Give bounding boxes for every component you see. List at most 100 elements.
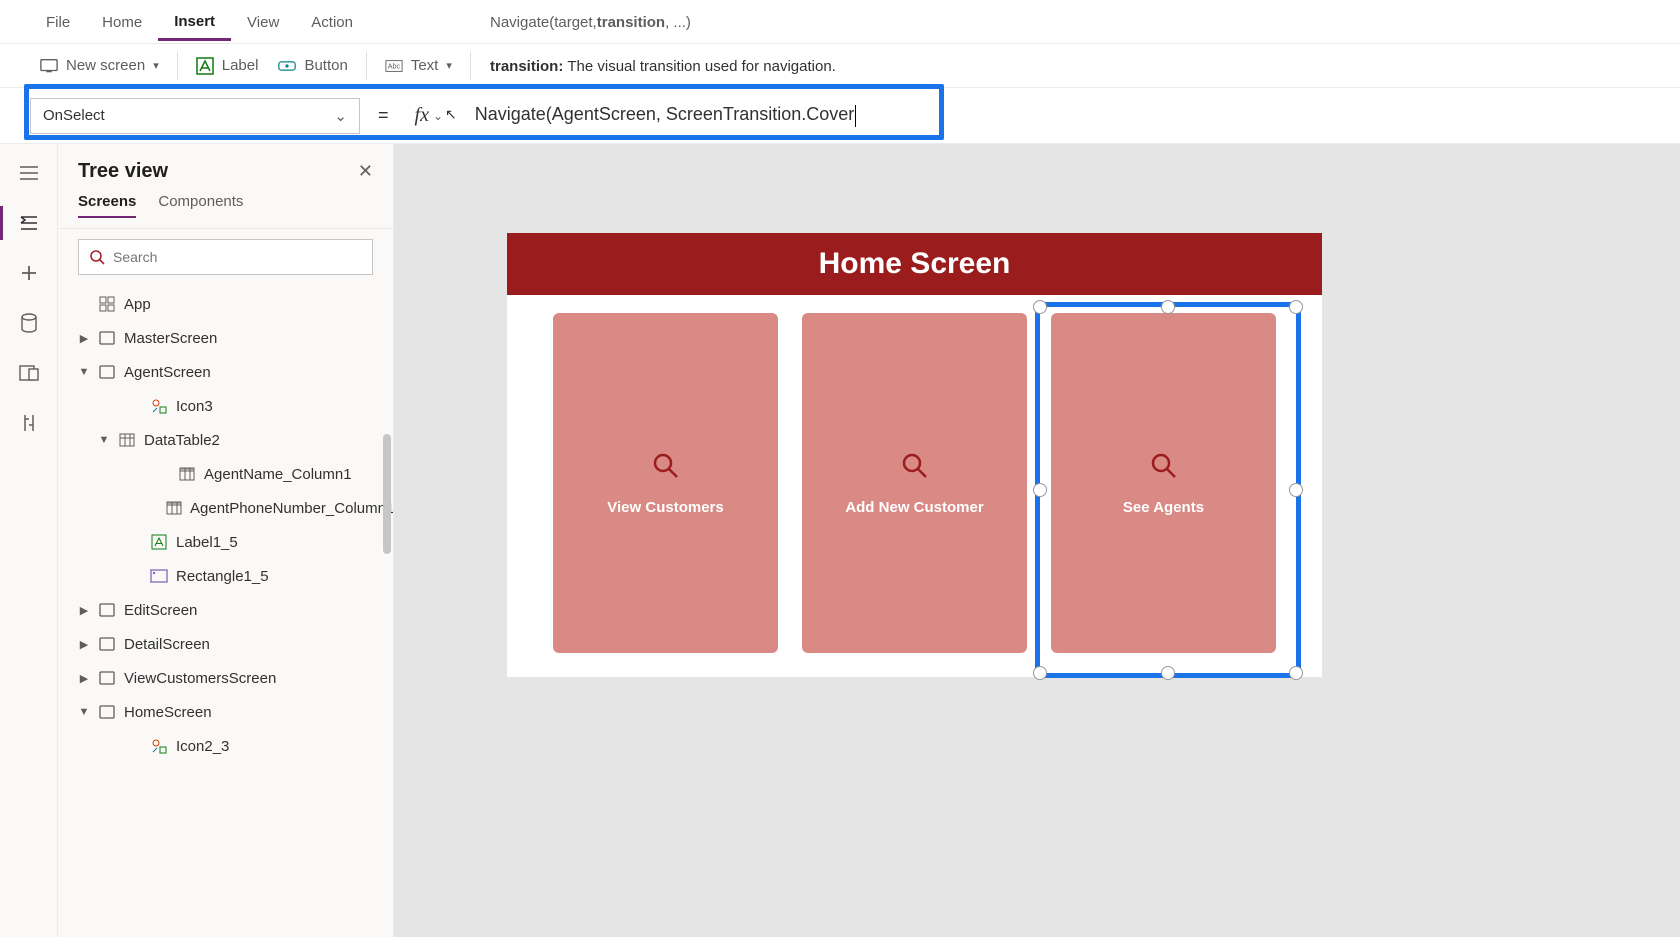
tree-list: App ▶ MasterScreen ▼ AgentScreen Icon3▼DataTa… bbox=[58, 285, 393, 925]
tree-item-label: Icon2_3 bbox=[176, 738, 229, 755]
media-icon[interactable] bbox=[18, 362, 40, 384]
tree-item-label: DetailScreen bbox=[124, 636, 210, 653]
chevron-down-icon: ⌄ bbox=[334, 107, 347, 125]
toolbar: New screen ▾ Label Button Abc Text ▾ tra… bbox=[0, 44, 1680, 88]
tooltip-key: transition: bbox=[490, 58, 563, 75]
canvas[interactable]: Home Screen View Customers Add New Custo… bbox=[394, 144, 1680, 937]
tab-components[interactable]: Components bbox=[158, 193, 243, 218]
tree-item[interactable]: AgentName_Column1 bbox=[58, 457, 393, 491]
tree-item-label: AgentScreen bbox=[124, 364, 211, 381]
separator bbox=[177, 52, 178, 80]
card-label: View Customers bbox=[607, 499, 723, 516]
formula-input[interactable]: Navigate(AgentScreen, ScreenTransition.C… bbox=[465, 98, 1650, 132]
card-view-customers[interactable]: View Customers bbox=[553, 313, 778, 653]
tree-item-label: AgentPhoneNumber_Column1 bbox=[190, 500, 393, 517]
hamburger-icon[interactable] bbox=[18, 162, 40, 184]
text-icon: Abc bbox=[385, 57, 403, 75]
button-button[interactable]: Button bbox=[268, 51, 357, 81]
tree-item[interactable]: ▶ MasterScreen bbox=[58, 321, 393, 355]
equals-sign: = bbox=[378, 105, 389, 126]
menu-file[interactable]: File bbox=[30, 4, 86, 39]
label-icon bbox=[196, 57, 214, 75]
cursor-icon: ↖ bbox=[445, 107, 457, 124]
scrollbar-thumb[interactable] bbox=[383, 434, 391, 554]
main-area: Tree view ✕ Screens Components App ▶ Maste… bbox=[0, 144, 1680, 937]
label-icon bbox=[150, 533, 168, 551]
label-btn-label: Label bbox=[222, 57, 259, 74]
tree-item-label: EditScreen bbox=[124, 602, 197, 619]
tree-item[interactable]: Icon3 bbox=[58, 389, 393, 423]
menubar: File Home Insert View Action Navigate(ta… bbox=[0, 0, 1680, 44]
tree-item-label: Label1_5 bbox=[176, 534, 238, 551]
tree-item[interactable]: ▼DataTable2 bbox=[58, 423, 393, 457]
tree-item[interactable]: ▼ AgentScreen bbox=[58, 355, 393, 389]
menu-home[interactable]: Home bbox=[86, 4, 158, 39]
left-rail bbox=[0, 144, 58, 937]
tree-item[interactable]: ▶ DetailScreen bbox=[58, 627, 393, 661]
search-field[interactable] bbox=[113, 249, 362, 265]
new-screen-label: New screen bbox=[66, 57, 145, 74]
card-see-agents[interactable]: See Agents bbox=[1051, 313, 1276, 653]
parameter-tooltip: transition: The visual transition used f… bbox=[490, 44, 836, 88]
menu-insert[interactable]: Insert bbox=[158, 3, 231, 41]
tree-item[interactable]: Icon2_3 bbox=[58, 729, 393, 763]
formula-bar: OnSelect ⌄ = fx ⌄ ↖ Navigate(AgentScreen… bbox=[0, 88, 1680, 144]
button-btn-label: Button bbox=[304, 57, 347, 74]
property-selector[interactable]: OnSelect ⌄ bbox=[30, 98, 360, 134]
search-icon bbox=[89, 249, 105, 265]
label-button[interactable]: Label bbox=[186, 51, 269, 81]
tree-item-label: MasterScreen bbox=[124, 330, 217, 347]
chevron-down-icon[interactable]: ▼ bbox=[98, 434, 110, 446]
new-screen-button[interactable]: New screen ▾ bbox=[30, 51, 169, 81]
button-icon bbox=[278, 57, 296, 75]
data-icon[interactable] bbox=[18, 312, 40, 334]
search-icon bbox=[651, 451, 681, 481]
fx-button[interactable]: fx ⌄ ↖ bbox=[407, 104, 465, 127]
tree-item[interactable]: AgentPhoneNumber_Column1 bbox=[58, 491, 393, 525]
screen-icon bbox=[98, 329, 116, 347]
tree-item[interactable]: ▶ EditScreen bbox=[58, 593, 393, 627]
tree-item[interactable]: Label1_5 bbox=[58, 525, 393, 559]
card-label: Add New Customer bbox=[845, 499, 983, 516]
close-icon[interactable]: ✕ bbox=[358, 161, 373, 182]
search-icon bbox=[1149, 451, 1179, 481]
column-icon bbox=[166, 499, 182, 517]
tree-item[interactable]: ▶ViewCustomersScreen bbox=[58, 661, 393, 695]
chevron-right-icon[interactable]: ▶ bbox=[78, 604, 90, 617]
tree-item-label: App bbox=[124, 296, 151, 313]
grid-icon bbox=[98, 295, 116, 313]
tree-item[interactable]: App bbox=[58, 287, 393, 321]
search-input[interactable] bbox=[78, 239, 373, 275]
column-icon bbox=[178, 465, 196, 483]
menu-action[interactable]: Action bbox=[295, 4, 369, 39]
chevron-right-icon[interactable]: ▶ bbox=[78, 332, 90, 345]
text-btn-label: Text bbox=[411, 57, 439, 74]
tree-item-label: AgentName_Column1 bbox=[204, 466, 352, 483]
chevron-down-icon: ▾ bbox=[153, 59, 159, 72]
tree-item-label: Rectangle1_5 bbox=[176, 568, 269, 585]
screen-icon bbox=[98, 635, 116, 653]
screen-icon bbox=[40, 57, 58, 75]
tools-icon[interactable] bbox=[18, 412, 40, 434]
tree-item[interactable]: Rectangle1_5 bbox=[58, 559, 393, 593]
tree-item[interactable]: ▼HomeScreen bbox=[58, 695, 393, 729]
tree-title: Tree view bbox=[78, 160, 168, 183]
chevron-down-icon: ⌄ bbox=[433, 109, 443, 123]
card-label: See Agents bbox=[1123, 499, 1204, 516]
separator bbox=[366, 52, 367, 80]
svg-text:Abc: Abc bbox=[388, 61, 401, 70]
chevron-down-icon[interactable]: ▼ bbox=[78, 366, 90, 378]
chevron-down-icon[interactable]: ▼ bbox=[78, 706, 90, 718]
text-button[interactable]: Abc Text ▾ bbox=[375, 51, 462, 81]
tree-view-icon[interactable] bbox=[18, 212, 40, 234]
chevron-right-icon[interactable]: ▶ bbox=[78, 638, 90, 651]
rect-icon bbox=[150, 567, 168, 585]
menu-view[interactable]: View bbox=[231, 4, 295, 39]
card-add-customer[interactable]: Add New Customer bbox=[802, 313, 1027, 653]
tab-screens[interactable]: Screens bbox=[78, 193, 136, 218]
chevron-down-icon: ▾ bbox=[446, 59, 452, 72]
table-icon bbox=[118, 431, 136, 449]
insert-icon[interactable] bbox=[18, 262, 40, 284]
chevron-right-icon[interactable]: ▶ bbox=[78, 672, 90, 685]
separator bbox=[470, 52, 471, 80]
